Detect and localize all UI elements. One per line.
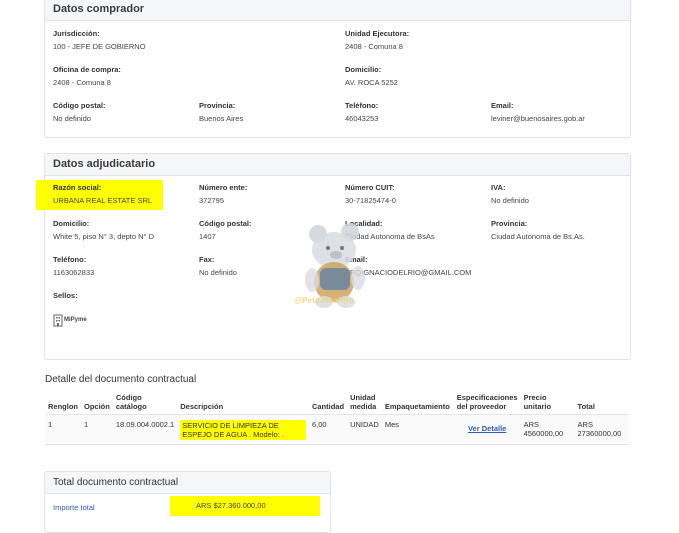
comprador-email-value: leviner@buenosaires.gob.ar <box>491 114 585 123</box>
adjudicatario-provincia-label: Provincia: <box>491 219 528 228</box>
comprador-provincia-label: Provincia: <box>199 101 236 110</box>
numero-cuit-value: 30-71825474-0 <box>345 196 396 205</box>
mipyme-label: MiPyme <box>64 317 87 323</box>
ver-detalle-link[interactable]: Ver Detalle <box>468 424 506 433</box>
col-opcion: Opción <box>84 402 110 411</box>
comprador-domicilio-value: AV. ROCA 5252 <box>345 78 398 87</box>
razon-social-label: Razón social: <box>53 183 102 192</box>
unidad-ejecutora-value: 2408 - Comuna 8 <box>345 42 403 51</box>
fax-label: Fax: <box>199 255 215 264</box>
unidad-ejecutora-label: Unidad Ejecutora: <box>345 29 410 38</box>
numero-cuit-field: Número CUIT: 30-71825474-0 <box>345 183 396 206</box>
adjudicatario-telefono-label: Teléfono: <box>53 255 87 264</box>
mipyme-badge: MiPyme <box>53 313 87 327</box>
numero-cuit-label: Número CUIT: <box>345 183 395 192</box>
importe-total-value: ARS $27.360.000,00 <box>170 496 320 516</box>
col-total: Total <box>577 402 595 411</box>
cell-renglon: 1 <box>45 414 81 445</box>
iva-field: IVA: No definido <box>491 183 529 206</box>
comprador-telefono-value: 46043253 <box>345 114 379 123</box>
comprador-telefono-label: Teléfono: <box>345 101 379 110</box>
cell-unidad: UNIDAD <box>347 414 382 445</box>
comprador-codigo-postal-field: Código postal: No definido <box>53 101 106 124</box>
comprador-provincia-value: Buenos Aires <box>199 114 244 123</box>
fax-field: Fax: No definido <box>199 255 237 278</box>
cell-cantidad: 6,00 <box>308 414 348 445</box>
adjudicatario-domicilio-label: Domicilio: <box>53 219 90 228</box>
cell-empaquetamiento: Mes <box>381 414 454 445</box>
detalle-table: Renglon Opción Código catálogo Descripci… <box>45 392 629 445</box>
col-unidad-medida: Unidad medida <box>350 393 377 411</box>
adjudicatario-telefono-field: Teléfono: 1163062833 <box>53 255 94 278</box>
adjudicatario-codigo-postal-field: Código postal: 1407 <box>199 219 252 242</box>
adjudicatario-domicilio-field: Domicilio: White 5, piso N° 3, depto N° … <box>53 219 154 242</box>
adjudicatario-domicilio-value: White 5, piso N° 3, depto N° D <box>53 232 155 241</box>
col-especificaciones: Especificaciones del proveedor <box>456 393 518 411</box>
cell-total: ARS 27360000,00 <box>574 414 629 445</box>
building-icon <box>53 314 63 326</box>
jurisdiccion-field: Jurisdicción: 100 - JEFE DE GOBIERNO <box>53 29 146 52</box>
comprador-codigo-postal-label: Código postal: <box>53 101 106 110</box>
razon-social-field: Razón social: URBANA REAL ESTATE SRL <box>53 183 152 206</box>
watermark-handle: @PetoAmarillo <box>294 296 354 305</box>
detalle-title: Detalle del documento contractual <box>45 374 197 385</box>
col-precio-unitario: Precio unitario <box>523 393 552 411</box>
adjudicatario-provincia-field: Provincia: Ciudad Autonoma de Bs.As. <box>491 219 585 242</box>
unidad-ejecutora-field: Unidad Ejecutora: 2408 - Comuna 8 <box>345 29 409 52</box>
iva-label: IVA: <box>491 183 506 192</box>
jurisdiccion-label: Jurisdicción: <box>53 29 100 38</box>
comprador-domicilio-label: Domicilio: <box>345 65 382 74</box>
cell-precio-unitario: ARS 4560000,00 <box>520 414 575 445</box>
numero-ente-field: Número ente: 372795 <box>199 183 247 206</box>
adjudicatario-codigo-postal-value: 1407 <box>199 232 216 241</box>
iva-value: No definido <box>491 196 529 205</box>
fax-value: No definido <box>199 268 237 277</box>
comprador-telefono-field: Teléfono: 46043253 <box>345 101 378 124</box>
datos-comprador-title: Datos comprador <box>45 0 630 21</box>
oficina-compra-field: Oficina de compra: 2408 - Comuna 8 <box>53 65 121 88</box>
total-documento-title: Total documento contractual <box>45 472 330 494</box>
importe-total-label: Importe total <box>53 503 95 512</box>
cell-codigo: 18.09.004.0002.1 <box>112 414 178 445</box>
col-descripcion: Descripción <box>180 402 224 411</box>
adjudicatario-codigo-postal-label: Código postal: <box>199 219 252 228</box>
numero-ente-value: 372795 <box>199 196 225 205</box>
comprador-provincia-field: Provincia: Buenos Aires <box>199 101 243 124</box>
comprador-email-label: Email: <box>491 101 514 110</box>
col-cantidad: Cantidad <box>311 402 345 411</box>
cell-especificaciones: Ver Detalle <box>453 414 521 445</box>
detalle-header-row: Renglon Opción Código catálogo Descripci… <box>45 392 629 415</box>
comprador-email-field: Email: leviner@buenosaires.gob.ar <box>491 101 585 124</box>
datos-adjudicatario-title: Datos adjudicatario <box>45 154 630 176</box>
col-renglon: Renglon <box>48 402 78 411</box>
cell-opcion: 1 <box>81 414 113 445</box>
comprador-domicilio-field: Domicilio: AV. ROCA 5252 <box>345 65 398 88</box>
comprador-codigo-postal-value: No definido <box>53 114 91 123</box>
oficina-compra-label: Oficina de compra: <box>53 65 121 74</box>
numero-ente-label: Número ente: <box>199 183 248 192</box>
jurisdiccion-value: 100 - JEFE DE GOBIERNO <box>53 42 146 51</box>
razon-social-value: URBANA REAL ESTATE SRL <box>53 196 153 205</box>
col-codigo-catalogo: Código catálogo <box>115 393 147 411</box>
cell-descripcion: SERVICIO DE LIMPIEZA DE ESPEJO DE AGUA .… <box>177 414 309 445</box>
adjudicatario-telefono-value: 1163062833 <box>53 268 95 277</box>
col-empaquetamiento: Empaquetamiento <box>384 402 450 411</box>
table-row: 1 1 18.09.004.0002.1 SERVICIO DE LIMPIEZ… <box>45 414 629 445</box>
descripcion-highlighted: SERVICIO DE LIMPIEZA DE ESPEJO DE AGUA .… <box>180 420 306 440</box>
sellos-field: Sellos: <box>53 291 78 301</box>
oficina-compra-value: 2408 - Comuna 8 <box>53 78 111 87</box>
adjudicatario-provincia-value: Ciudad Autonoma de Bs.As. <box>491 232 585 241</box>
sellos-label: Sellos: <box>53 291 78 300</box>
